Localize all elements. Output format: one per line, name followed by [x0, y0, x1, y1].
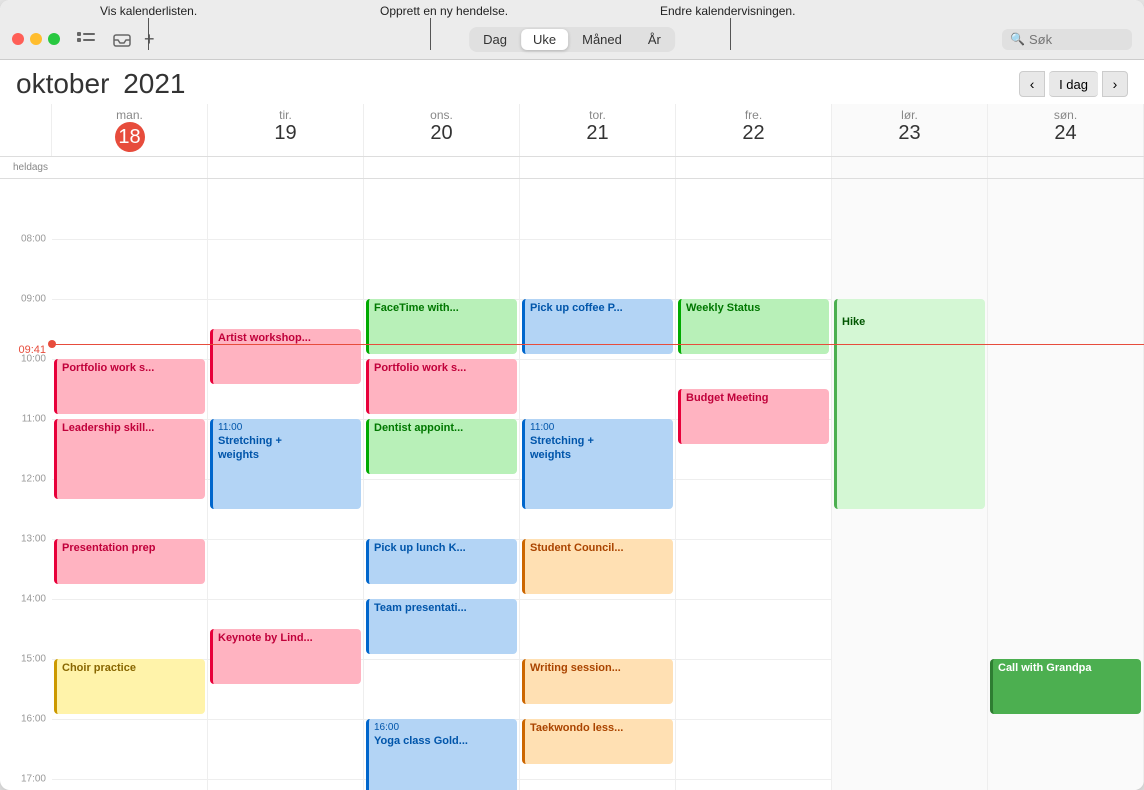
allday-sat [832, 157, 988, 178]
add-event-button[interactable]: + [144, 29, 155, 50]
day-header-thu: tor. 21 [520, 104, 676, 156]
day-col-fri[interactable]: Weekly Status Budget Meeting [676, 179, 832, 790]
calendar-header: oktober 2021 ‹ I dag › [0, 60, 1144, 104]
day-header-mon: man. 18 [52, 104, 208, 156]
event-stretching-thu[interactable]: 11:00 Stretching +weights [522, 419, 673, 509]
tab-uke[interactable]: Uke [521, 29, 568, 50]
tab-maaned[interactable]: Måned [570, 29, 634, 50]
current-time-label: 09:41 [18, 344, 46, 356]
day-col-sat[interactable]: 09:00 Hike 19:00 19:00 [832, 179, 988, 790]
search-input[interactable] [1029, 32, 1119, 47]
event-artist-tue[interactable]: Artist workshop... [210, 329, 361, 384]
event-council-thu[interactable]: Student Council... [522, 539, 673, 594]
time-1200: 12:00 [21, 474, 46, 485]
nav-buttons: ‹ I dag › [1019, 71, 1128, 97]
allday-thu [520, 157, 676, 178]
event-yoga-wed[interactable]: 16:00 Yoga class Gold... [366, 719, 517, 790]
tab-aar[interactable]: År [636, 29, 673, 50]
time-1700: 17:00 [21, 774, 46, 785]
allday-sun [988, 157, 1144, 178]
allday-tue [208, 157, 364, 178]
event-hike-sat[interactable]: Hike [834, 299, 985, 509]
day-col-sun[interactable]: Call with Grandpa 19:00 [988, 179, 1144, 790]
time-1600: 16:00 [21, 714, 46, 725]
calendar-list-icon[interactable] [76, 29, 96, 49]
time-0800: 08:00 [21, 234, 46, 245]
event-presentation-mon[interactable]: Presentation prep [54, 539, 205, 584]
day-header-fri: fre. 22 [676, 104, 832, 156]
allday-label: heldags [0, 157, 52, 178]
inbox-icon[interactable] [112, 29, 132, 49]
event-lunch-wed[interactable]: Pick up lunch K... [366, 539, 517, 584]
event-writing-thu[interactable]: Writing session... [522, 659, 673, 704]
event-taekwondo-thu[interactable]: Taekwondo less... [522, 719, 673, 764]
time-column: 08:00 09:00 10:00 11:00 12:00 13:00 14:0… [0, 179, 52, 790]
next-button[interactable]: › [1102, 71, 1128, 97]
today-badge: 18 [115, 122, 145, 152]
prev-button[interactable]: ‹ [1019, 71, 1045, 97]
event-choir-mon[interactable]: Choir practice [54, 659, 205, 714]
annotation-opprett: Opprett en ny hendelse. [380, 4, 508, 18]
tab-dag[interactable]: Dag [471, 29, 519, 50]
event-dentist-wed[interactable]: Dentist appoint... [366, 419, 517, 474]
minimize-button[interactable] [30, 33, 42, 45]
day-header-wed: ons. 20 [364, 104, 520, 156]
allday-wed [364, 157, 520, 178]
event-weekly-fri[interactable]: Weekly Status [678, 299, 829, 354]
time-1500: 15:00 [21, 654, 46, 665]
calendar-grid[interactable]: 08:00 09:00 10:00 11:00 12:00 13:00 14:0… [0, 179, 1144, 790]
event-portfolio-mon[interactable]: Portfolio work s... [54, 359, 205, 414]
day-header-sun: søn. 24 [988, 104, 1144, 156]
today-button[interactable]: I dag [1049, 71, 1098, 97]
allday-row: heldags [0, 157, 1144, 179]
day-header-tue: tir. 19 [208, 104, 364, 156]
traffic-lights [12, 33, 60, 45]
event-stretching-tue[interactable]: 11:00 Stretching +weights [210, 419, 361, 509]
annotation-vis-kalenderlisten: Vis kalenderlisten. [100, 4, 197, 18]
annotation-endre: Endre kalendervisningen. [660, 4, 795, 18]
time-1300: 13:00 [21, 534, 46, 545]
allday-fri [676, 157, 832, 178]
event-keynote-tue[interactable]: Keynote by Lind... [210, 629, 361, 684]
day-headers: man. 18 tir. 19 ons. 20 tor. 21 fre. 22 … [0, 104, 1144, 157]
fullscreen-button[interactable] [48, 33, 60, 45]
event-portfolio-wed[interactable]: Portfolio work s... [366, 359, 517, 414]
search-icon: 🔍 [1010, 32, 1025, 46]
event-team-wed[interactable]: Team presentati... [366, 599, 517, 654]
day-col-tue[interactable]: Artist workshop... 11:00 Stretching +wei… [208, 179, 364, 790]
event-grandpa-sun[interactable]: Call with Grandpa [990, 659, 1141, 714]
day-col-thu[interactable]: Pick up coffee P... 11:00 Stretching +we… [520, 179, 676, 790]
event-budget-fri[interactable]: Budget Meeting [678, 389, 829, 444]
day-col-wed[interactable]: FaceTime with... Portfolio work s... Den… [364, 179, 520, 790]
time-1100: 11:00 [22, 414, 46, 425]
event-leadership-mon[interactable]: Leadership skill... [54, 419, 205, 499]
event-facetime-wed[interactable]: FaceTime with... [366, 299, 517, 354]
time-1400: 14:00 [21, 594, 46, 605]
close-button[interactable] [12, 33, 24, 45]
month-title: oktober 2021 [16, 68, 185, 100]
time-0900: 09:00 [21, 294, 46, 305]
allday-mon [52, 157, 208, 178]
day-col-mon[interactable]: Portfolio work s... Leadership skill... … [52, 179, 208, 790]
day-header-sat: lør. 23 [832, 104, 988, 156]
calendar-window: Vis kalenderlisten. Opprett en ny hendel… [0, 0, 1144, 790]
event-coffee-thu[interactable]: Pick up coffee P... [522, 299, 673, 354]
search-box[interactable]: 🔍 [1002, 29, 1132, 50]
